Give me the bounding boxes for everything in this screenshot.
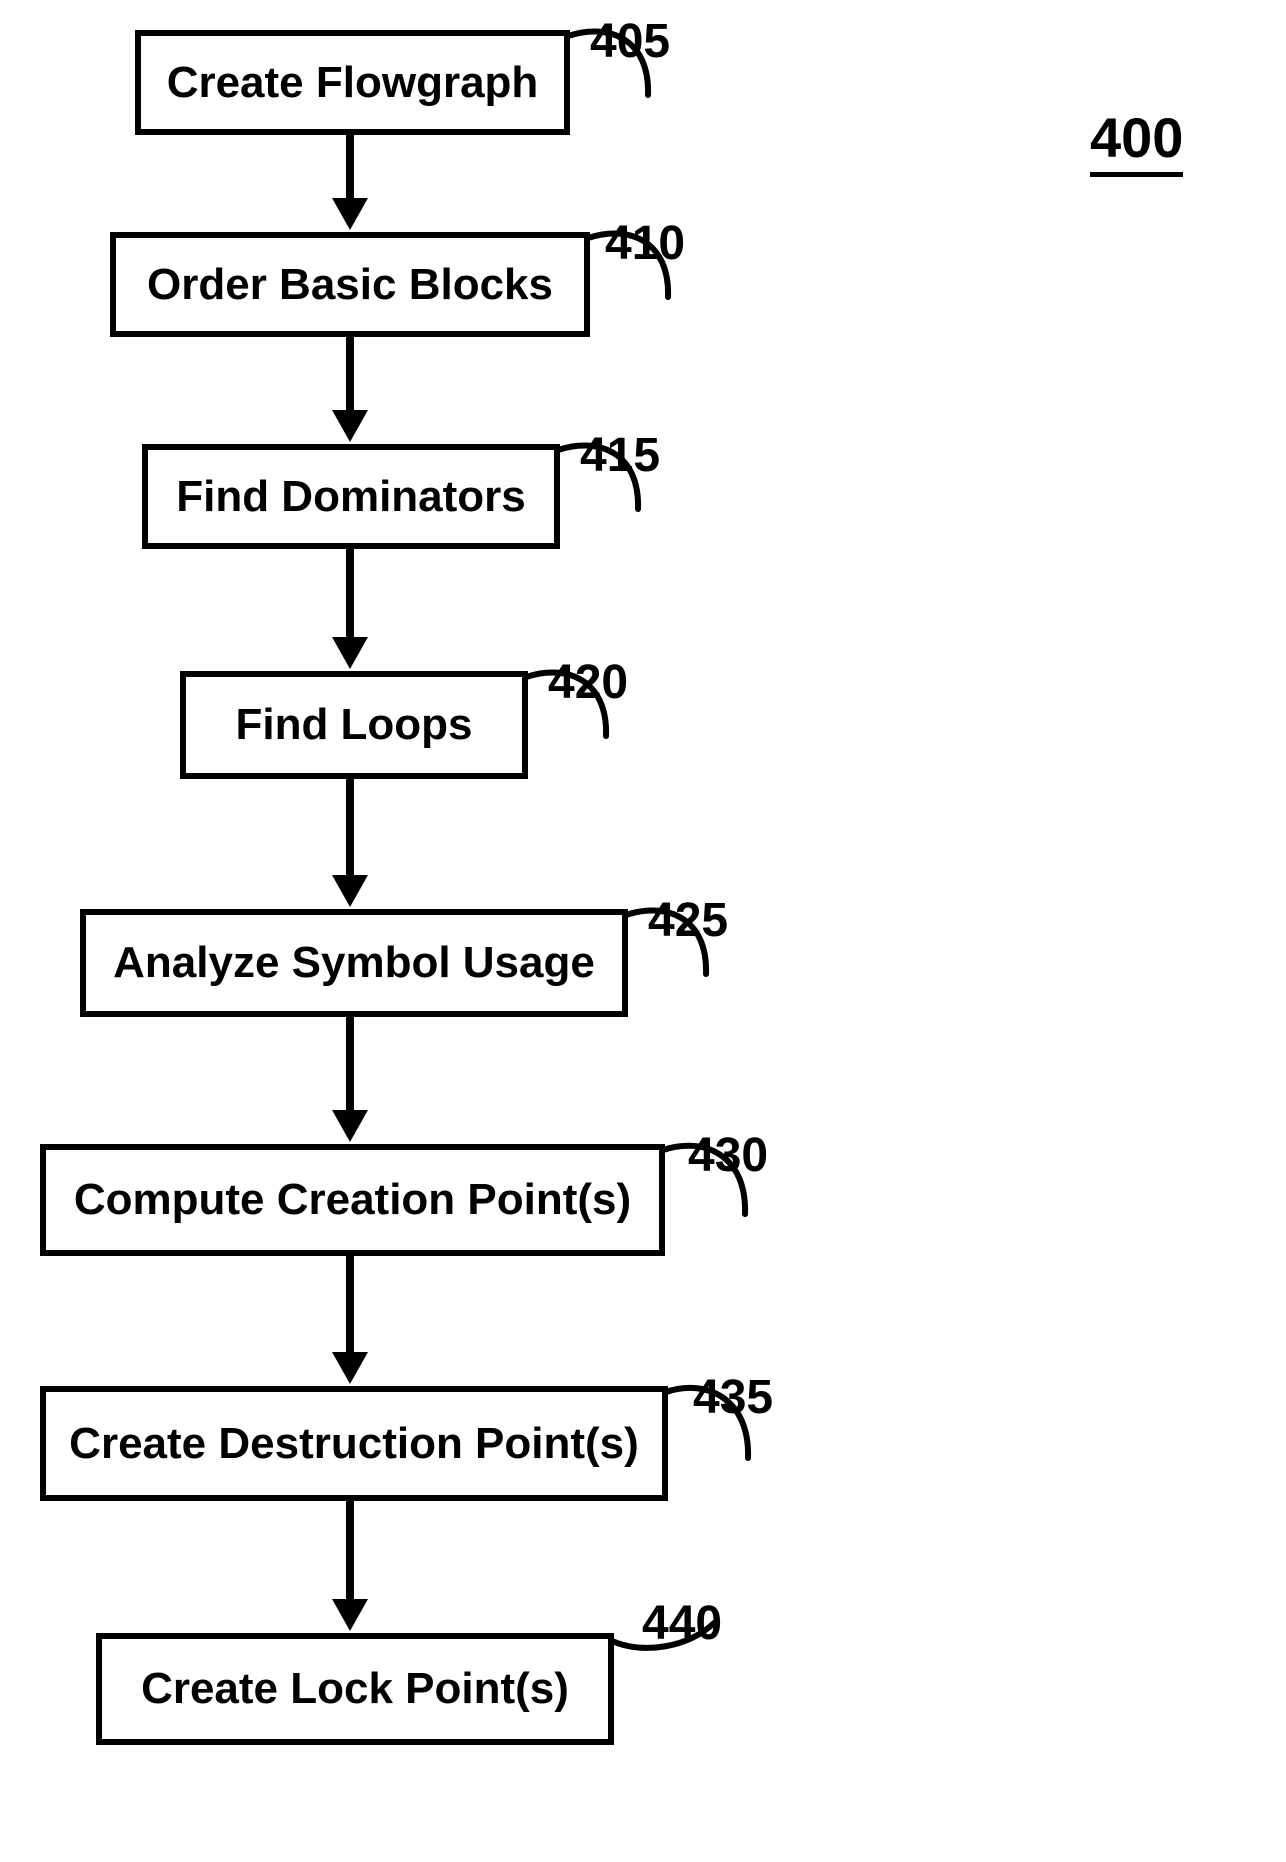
arrow-head-icon xyxy=(332,1110,368,1142)
ref-number: 410 xyxy=(605,216,685,271)
step-text: Find Dominators xyxy=(176,472,526,522)
step-box-find-dominators: Find Dominators xyxy=(142,444,560,549)
step-text: Analyze Symbol Usage xyxy=(113,938,595,988)
ref-number: 440 xyxy=(642,1596,722,1651)
step-text: Find Loops xyxy=(235,700,472,750)
arrow-shaft xyxy=(346,1501,354,1601)
arrow-shaft xyxy=(346,337,354,412)
step-text: Compute Creation Point(s) xyxy=(74,1175,631,1225)
arrow-head-icon xyxy=(332,1599,368,1631)
arrow-shaft xyxy=(346,549,354,639)
step-box-create-destruction-points: Create Destruction Point(s) xyxy=(40,1386,668,1501)
step-text: Create Destruction Point(s) xyxy=(69,1419,639,1469)
step-box-create-flowgraph: Create Flowgraph xyxy=(135,30,570,135)
step-box-analyze-symbol-usage: Analyze Symbol Usage xyxy=(80,909,628,1017)
step-box-find-loops: Find Loops xyxy=(180,671,528,779)
step-box-compute-creation-points: Compute Creation Point(s) xyxy=(40,1144,665,1256)
step-box-order-basic-blocks: Order Basic Blocks xyxy=(110,232,590,337)
arrow-head-icon xyxy=(332,198,368,230)
arrow-head-icon xyxy=(332,410,368,442)
step-text: Order Basic Blocks xyxy=(147,260,553,310)
figure-reference-label: 400 xyxy=(1090,105,1183,177)
arrow-head-icon xyxy=(332,875,368,907)
step-box-create-lock-points: Create Lock Point(s) xyxy=(96,1633,614,1745)
ref-number: 415 xyxy=(580,428,660,483)
step-text: Create Flowgraph xyxy=(167,58,539,108)
flowchart-canvas: 400 Create Flowgraph 405 Order Basic Blo… xyxy=(0,0,1286,1862)
arrow-shaft xyxy=(346,1017,354,1112)
arrow-shaft xyxy=(346,135,354,200)
arrow-shaft xyxy=(346,779,354,877)
ref-number: 435 xyxy=(693,1370,773,1425)
arrow-shaft xyxy=(346,1256,354,1354)
step-text: Create Lock Point(s) xyxy=(141,1664,569,1714)
ref-number: 405 xyxy=(590,14,670,69)
ref-number: 430 xyxy=(688,1128,768,1183)
arrow-head-icon xyxy=(332,1352,368,1384)
ref-number: 420 xyxy=(548,655,628,710)
arrow-head-icon xyxy=(332,637,368,669)
ref-number: 425 xyxy=(648,893,728,948)
